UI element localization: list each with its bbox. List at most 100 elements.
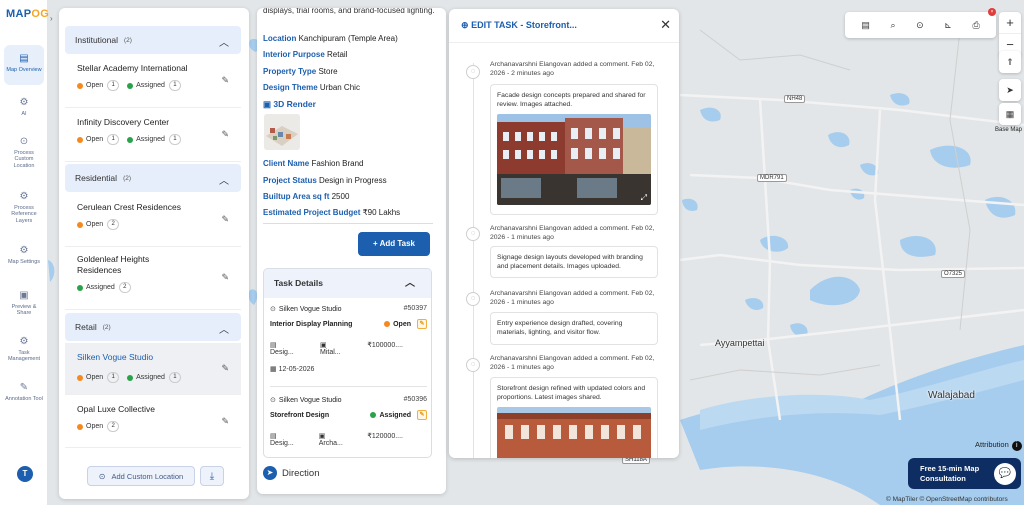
- edit-pencil-icon[interactable]: ✎: [221, 75, 229, 86]
- task-details-header[interactable]: Task Details ︿: [264, 269, 431, 298]
- task-field-value: Desig...: [270, 440, 294, 447]
- location-pin-icon: ⊙: [98, 471, 106, 481]
- measure-icon[interactable]: ⊾: [944, 20, 952, 31]
- attribution-toggle[interactable]: Attribution i: [975, 440, 1022, 451]
- rail-item-ai[interactable]: ⚙ AI: [4, 97, 44, 117]
- avatar[interactable]: T: [17, 466, 33, 482]
- location-pin-icon: ⊙: [270, 306, 276, 313]
- close-icon[interactable]: ✕: [660, 17, 671, 33]
- location-item[interactable]: Cerulean Crest Residences Open 2 ✎: [65, 202, 241, 247]
- assigned-status-dot: [77, 284, 83, 291]
- print-icon[interactable]: ⎙: [972, 20, 979, 31]
- locate-arrow-icon: ➤: [1006, 85, 1014, 95]
- field-value: Urban Chic: [319, 83, 360, 92]
- map-layers-icon[interactable]: ▤: [861, 20, 870, 31]
- chat-bubble-icon: 💬: [994, 463, 1016, 485]
- button-label: Add Custom Location: [111, 471, 184, 481]
- location-item[interactable]: Infinity Discovery Center Open 1 Assigned 1…: [65, 117, 241, 162]
- rail-item-map-settings[interactable]: ⚙ Map Settings: [4, 245, 44, 265]
- edit-pencil-icon[interactable]: ✎: [221, 363, 229, 374]
- download-button[interactable]: ⤓: [200, 466, 224, 486]
- task-item[interactable]: ⊙ Silken Vogue Studio #50396 Storefront De…: [264, 396, 431, 457]
- location-item-selected[interactable]: Silken Vogue Studio Open 1 Assigned 1 ✎: [65, 343, 241, 395]
- map-toolbar: ▤ ⌕ ⊙ ⊾ ⎙: [845, 12, 996, 38]
- info-icon: i: [1011, 441, 1022, 451]
- chevron-right-icon[interactable]: ›: [50, 14, 53, 23]
- road-tag-o7325: O7325: [941, 270, 966, 278]
- count-pill: 2: [118, 282, 131, 293]
- edit-task-icon[interactable]: ✎: [417, 410, 427, 420]
- group-count: (2): [123, 174, 132, 182]
- task-title: Storefront Design: [270, 411, 330, 419]
- open-status-dot: [384, 321, 391, 327]
- timeline-line: [473, 63, 474, 458]
- annotation-icon: ✎: [19, 382, 29, 393]
- direction-label: Direction: [282, 467, 320, 479]
- free-consultation-button[interactable]: Free 15-min Map Consultation 💬: [908, 458, 1021, 489]
- logo: MAPOG: [6, 8, 50, 20]
- location-item[interactable]: Opal Luxe Collective Open 2 ✎: [65, 404, 241, 448]
- edit-pencil-icon[interactable]: ✎: [221, 129, 229, 140]
- task-field-value: Archa...: [318, 440, 343, 447]
- group-residential[interactable]: Residential (2) ︿: [65, 164, 241, 192]
- task-status: Open: [393, 320, 411, 328]
- rail-item-preview-share[interactable]: ▣ Preview & Share: [4, 290, 44, 317]
- rail-item-map-overview[interactable]: ▤ Map Overview: [4, 45, 44, 85]
- chevron-up-icon: ︿: [405, 278, 415, 289]
- place-label-walajabad: Walajabad: [928, 390, 975, 401]
- rail-item-process-reference-layers[interactable]: ⚙ Process Reference Layers: [4, 191, 44, 224]
- close-toolbar-icon[interactable]: ×: [988, 8, 996, 16]
- field-key: Builtup Area sq ft: [263, 192, 330, 201]
- edit-pencil-icon[interactable]: ✎: [221, 214, 229, 225]
- field-project-status: Project Status Design in Progress: [263, 175, 443, 186]
- edit-task-icon[interactable]: ✎: [417, 319, 427, 329]
- location-item[interactable]: Stellar Academy International Open 1 Assig…: [65, 63, 241, 108]
- group-retail[interactable]: Retail (2) ︿: [65, 313, 241, 341]
- task-field: ₹100000....: [367, 341, 415, 356]
- status-label: Assigned: [136, 82, 165, 89]
- rail-item-label: AI: [21, 111, 27, 117]
- add-custom-location-button[interactable]: ⊙ Add Custom Location: [87, 466, 195, 486]
- edit-task-panel: ⊕ EDIT TASK - Storefront... ✕ ◌ Archanav…: [449, 9, 679, 458]
- edit-task-header: ⊕ EDIT TASK - Storefront... ✕: [449, 9, 679, 43]
- field-key: Property Type: [263, 67, 317, 76]
- zoom-in-button[interactable]: +: [999, 12, 1021, 34]
- task-icon: ⚙: [19, 336, 29, 347]
- comment-image[interactable]: [497, 407, 651, 458]
- 3d-render-thumbnail[interactable]: [264, 114, 300, 150]
- field-value: Kanchipuram (Temple Area): [298, 34, 398, 43]
- task-field: ₹120000....: [367, 432, 415, 447]
- comment-image[interactable]: ⤢: [497, 114, 651, 205]
- rail-item-task-management[interactable]: ⚙ Task Management: [4, 336, 44, 363]
- ai-icon: ⚙: [19, 97, 29, 108]
- location-item[interactable]: Goldenleaf Heights Residences Assigned 2 …: [65, 254, 241, 310]
- rail-item-annotation-tool[interactable]: ✎ Annotation Tool: [4, 382, 44, 402]
- status-label: Assigned: [136, 136, 165, 143]
- comment-box: Entry experience design drafted, coverin…: [490, 312, 658, 345]
- status-label: Open: [86, 82, 104, 89]
- field-builtup-area: Builtup Area sq ft 2500: [263, 191, 443, 202]
- task-item[interactable]: ⊙ Silken Vogue Studio #50397 Interior Disp…: [264, 305, 431, 373]
- expand-icon[interactable]: ⤢: [641, 193, 647, 202]
- rail-item-process-custom-location[interactable]: ⊙ Process Custom Location: [4, 136, 44, 169]
- comment-meta: Archanavarshni Elangovan added a comment…: [490, 61, 655, 77]
- add-task-button[interactable]: + Add Task: [358, 232, 430, 256]
- rail-item-label: Preview & Share: [11, 304, 37, 317]
- location-pin-icon[interactable]: ⊙: [916, 20, 924, 31]
- group-count: (2): [102, 323, 111, 331]
- compass-button[interactable]: ⇑: [999, 51, 1021, 73]
- base-map-button[interactable]: ▦: [999, 103, 1021, 125]
- settings-icon: ⚙: [19, 245, 29, 256]
- group-institutional[interactable]: Institutional (2) ︿: [65, 26, 241, 54]
- 3d-render-link[interactable]: ▣ 3D Render: [263, 99, 316, 110]
- map-icon: ▤: [19, 53, 29, 64]
- field-value: Retail: [327, 50, 348, 59]
- edit-pencil-icon[interactable]: ✎: [221, 272, 229, 283]
- location-name: Infinity Discovery Center: [77, 117, 170, 127]
- locate-button[interactable]: ➤: [999, 79, 1021, 101]
- edit-pencil-icon[interactable]: ✎: [221, 416, 229, 427]
- direction-button[interactable]: ➤ Direction: [263, 466, 320, 480]
- task-date: ▦ 12-05-2026: [270, 365, 427, 373]
- rail-item-label: Map Settings: [7, 259, 41, 265]
- search-icon[interactable]: ⌕: [890, 20, 895, 31]
